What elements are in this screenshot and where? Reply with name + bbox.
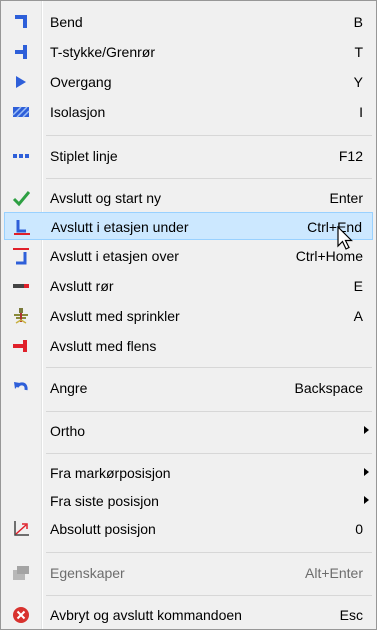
cancel-icon bbox=[12, 606, 30, 624]
menu-item-finish-floor-above[interactable]: Avslutt i etasjen over Ctrl+Home bbox=[4, 242, 373, 270]
menu-item-properties: Egenskaper Alt+Enter bbox=[4, 559, 373, 587]
dashed-line-icon bbox=[12, 147, 30, 165]
context-menu: Bend B T-stykke/Grenrør T Overgang Y Iso… bbox=[0, 0, 377, 630]
menu-item-ortho[interactable]: Ortho bbox=[4, 417, 373, 445]
menu-item-label: Angre bbox=[50, 380, 88, 396]
menu-item-label: Avslutt med flens bbox=[50, 338, 157, 354]
menu-item-cancel-command[interactable]: Avbryt og avslutt kommandoen Esc bbox=[4, 601, 373, 629]
menu-separator bbox=[46, 367, 372, 368]
menu-item-label: Stiplet linje bbox=[50, 148, 118, 164]
menu-item-shortcut: Alt+Enter bbox=[305, 565, 363, 581]
pipe-end-icon bbox=[12, 277, 30, 295]
menu-item-shortcut: B bbox=[353, 14, 363, 30]
reducer-icon bbox=[12, 73, 30, 91]
floor-below-icon bbox=[13, 218, 31, 236]
menu-separator bbox=[46, 135, 372, 136]
submenu-arrow-icon bbox=[364, 468, 369, 476]
menu-separator bbox=[46, 595, 372, 596]
menu-item-label: Absolutt posisjon bbox=[50, 521, 156, 537]
menu-item-finish-start-new[interactable]: Avslutt og start ny Enter bbox=[4, 184, 373, 212]
menu-item-finish-pipe[interactable]: Avslutt rør E bbox=[4, 272, 373, 300]
checkmark-icon bbox=[12, 189, 31, 207]
menu-item-label: Isolasjon bbox=[50, 104, 106, 120]
menu-separator bbox=[46, 411, 372, 412]
menu-item-bend[interactable]: Bend B bbox=[4, 8, 373, 36]
bend-icon bbox=[12, 13, 30, 31]
menu-item-label: Avbryt og avslutt kommandoen bbox=[50, 607, 242, 623]
menu-item-tee[interactable]: T-stykke/Grenrør T bbox=[4, 38, 373, 66]
sprinkler-icon bbox=[12, 307, 30, 325]
menu-item-label: Avslutt i etasjen over bbox=[50, 248, 179, 264]
menu-item-label: Avslutt med sprinkler bbox=[50, 308, 180, 324]
submenu-arrow-icon bbox=[364, 426, 369, 434]
menu-item-shortcut: Enter bbox=[329, 190, 363, 206]
menu-separator bbox=[46, 453, 372, 454]
menu-separator bbox=[46, 552, 372, 553]
menu-item-label: Avslutt og start ny bbox=[50, 190, 162, 206]
menu-item-reducer[interactable]: Overgang Y bbox=[4, 68, 373, 96]
menu-item-shortcut: T bbox=[354, 44, 363, 60]
menu-separator bbox=[46, 178, 372, 179]
menu-item-from-cursor[interactable]: Fra markørposisjon bbox=[4, 459, 373, 487]
menu-item-label: T-stykke/Grenrør bbox=[50, 44, 156, 60]
menu-item-label: Ortho bbox=[50, 423, 86, 439]
menu-item-dashed-line[interactable]: Stiplet linje F12 bbox=[4, 142, 373, 170]
menu-item-shortcut: F12 bbox=[338, 148, 363, 164]
menu-item-finish-sprinkler[interactable]: Avslutt med sprinkler A bbox=[4, 302, 373, 330]
menu-item-shortcut: Backspace bbox=[294, 380, 363, 396]
menu-item-label: Overgang bbox=[50, 74, 112, 90]
flange-icon bbox=[12, 337, 30, 355]
undo-icon bbox=[12, 379, 30, 397]
menu-item-label: Egenskaper bbox=[50, 565, 125, 581]
menu-item-from-last[interactable]: Fra siste posisjon bbox=[4, 487, 373, 515]
floor-above-icon bbox=[12, 247, 30, 265]
menu-item-undo[interactable]: Angre Backspace bbox=[4, 374, 373, 402]
properties-icon bbox=[12, 564, 30, 582]
mouse-pointer-icon bbox=[337, 226, 353, 250]
menu-item-finish-floor-below[interactable]: Avslutt i etasjen under Ctrl+End bbox=[4, 212, 373, 240]
menu-item-absolute-position[interactable]: Absolutt posisjon 0 bbox=[4, 515, 373, 543]
menu-item-label: Fra markørposisjon bbox=[50, 465, 171, 481]
menu-item-shortcut: A bbox=[353, 308, 363, 324]
menu-item-label: Avslutt i etasjen under bbox=[51, 219, 189, 235]
menu-item-shortcut: Esc bbox=[339, 607, 363, 623]
insulation-icon bbox=[12, 103, 30, 121]
menu-item-shortcut: 0 bbox=[355, 521, 363, 537]
menu-item-label: Avslutt rør bbox=[50, 278, 114, 294]
menu-item-label: Fra siste posisjon bbox=[50, 493, 159, 509]
menu-item-label: Bend bbox=[50, 14, 83, 30]
menu-item-shortcut: E bbox=[353, 278, 363, 294]
menu-item-shortcut: I bbox=[359, 104, 363, 120]
menu-item-shortcut: Y bbox=[353, 74, 363, 90]
menu-item-finish-flange[interactable]: Avslutt med flens bbox=[4, 332, 373, 360]
submenu-arrow-icon bbox=[364, 496, 369, 504]
tee-icon bbox=[12, 43, 30, 61]
axes-icon bbox=[12, 520, 30, 538]
menu-item-insulation[interactable]: Isolasjon I bbox=[4, 98, 373, 126]
